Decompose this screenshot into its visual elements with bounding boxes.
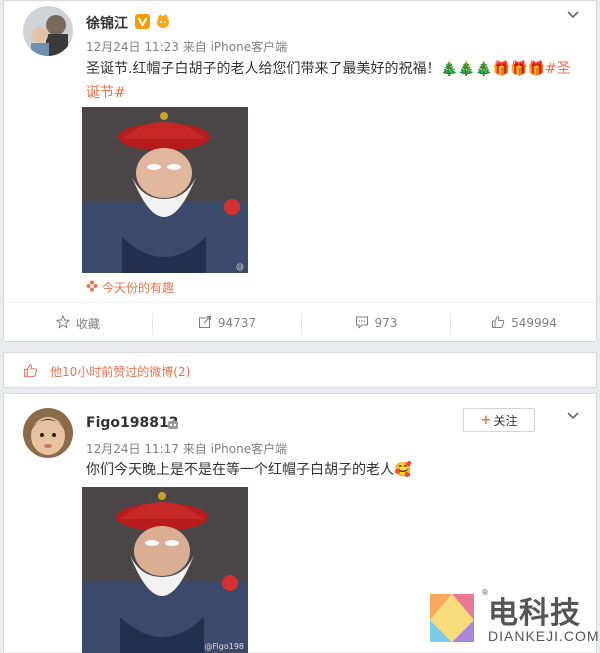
site-logo-icon xyxy=(426,590,478,646)
topic-link[interactable]: 今天份的有趣 xyxy=(86,279,174,296)
liked-bar-label: 他10小时前赞过的微博(2) xyxy=(50,365,191,379)
repost-icon xyxy=(198,315,212,332)
post-text: 你们今天晚上是不是在等一个红帽子白胡子的老人🥰 xyxy=(86,458,584,482)
member-icon xyxy=(155,13,171,29)
topic-label: 今天份的有趣 xyxy=(102,281,175,295)
comment-icon xyxy=(355,315,369,332)
image-watermark: @Figo198 xyxy=(204,642,244,651)
username[interactable]: 徐锦江 xyxy=(86,13,128,33)
post-image[interactable]: @ xyxy=(82,107,248,273)
post-card-1: 徐锦江 12月24日 11:23 来自 iPhone客户端 圣诞节.红帽子白胡子… xyxy=(3,0,597,342)
chevron-down-icon[interactable] xyxy=(566,7,580,21)
image-watermark: @ xyxy=(236,262,244,271)
post-meta: 12月24日 11:17 来自 iPhone客户端 xyxy=(86,440,287,457)
site-watermark: ® 电科技 DIANKEJI.COM xyxy=(424,588,600,650)
robot-badge-icon xyxy=(166,416,180,430)
liked-posts-bar[interactable]: 他10小时前赞过的微博(2) xyxy=(3,352,597,388)
post-image[interactable]: @Figo198 xyxy=(82,487,248,653)
plus-icon: + xyxy=(480,412,492,428)
favorite-button[interactable]: 收藏 xyxy=(4,303,152,343)
avatar[interactable] xyxy=(23,408,73,458)
post-text: 圣诞节.红帽子白胡子的老人给您们带来了最美好的祝福！🎄🎄🎄🎁🎁🎁#圣诞节# xyxy=(86,57,584,105)
timestamp[interactable]: 12月24日 11:23 xyxy=(86,40,179,54)
like-button[interactable]: 549994 xyxy=(451,303,597,343)
post-body: 圣诞节.红帽子白胡子的老人给您们带来了最美好的祝福！🎄🎄🎄🎁🎁🎁 xyxy=(86,61,546,77)
thumbs-up-icon xyxy=(23,363,38,382)
brand-name: 电科技 xyxy=(488,596,581,631)
repost-count: 94737 xyxy=(217,316,257,330)
follow-button[interactable]: + 关注 xyxy=(463,408,535,432)
chevron-down-icon[interactable] xyxy=(566,408,580,422)
post-body: 你们今天晚上是不是在等一个红帽子白胡子的老人🥰 xyxy=(86,462,412,478)
username[interactable]: Figo198812 xyxy=(86,415,178,431)
verified-icon xyxy=(135,14,150,29)
source: 来自 iPhone客户端 xyxy=(182,442,288,456)
follow-label: 关注 xyxy=(493,413,518,428)
flower-icon xyxy=(86,280,98,295)
like-count: 549994 xyxy=(511,316,557,330)
comment-button[interactable]: 973 xyxy=(302,303,450,343)
favorite-label: 收藏 xyxy=(75,316,100,331)
comment-count: 973 xyxy=(374,316,398,330)
action-bar: 收藏 94737 973 549994 xyxy=(4,302,596,343)
thumbs-up-icon xyxy=(491,315,505,332)
star-icon xyxy=(55,314,71,332)
repost-button[interactable]: 94737 xyxy=(153,303,301,343)
post-meta: 12月24日 11:23 来自 iPhone客户端 xyxy=(86,38,287,55)
source: 来自 iPhone客户端 xyxy=(182,40,288,54)
timestamp[interactable]: 12月24日 11:17 xyxy=(86,442,179,456)
avatar[interactable] xyxy=(23,6,73,56)
brand-domain: DIANKEJI.COM xyxy=(488,628,600,644)
